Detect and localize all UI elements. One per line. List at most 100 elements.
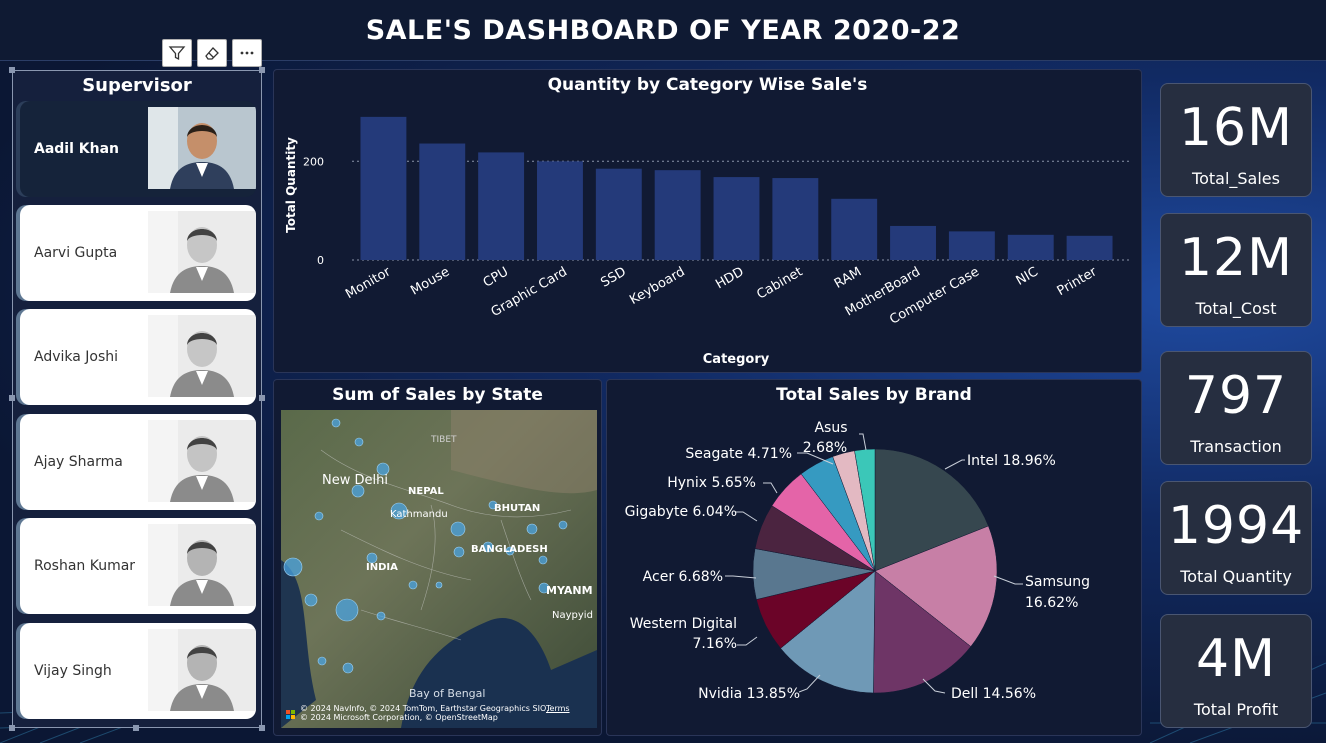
x-tick-label: SSD — [598, 264, 628, 290]
category-bar — [831, 198, 878, 260]
pie-leader-line — [725, 575, 757, 579]
supervisor-photo — [148, 315, 256, 397]
filter-icon[interactable] — [162, 39, 192, 67]
x-tick-label: Keyboard — [627, 264, 687, 308]
supervisor-option[interactable]: Advika Joshi — [20, 309, 256, 405]
pie-data-label: Gigabyte 6.04% — [625, 504, 737, 520]
x-axis-label: Category — [703, 352, 770, 367]
kpi-value: 12M — [1178, 228, 1294, 288]
map-attribution: © 2024 NavInfo, © 2024 TomTom, Earthstar… — [300, 704, 549, 722]
map-label-bangladesh: BANGLADESH — [471, 544, 548, 555]
kpi-label: Total_Cost — [1195, 299, 1277, 318]
x-tick-label: Cabinet — [754, 264, 805, 302]
x-tick-label: Mouse — [408, 264, 452, 298]
supervisor-name: Ajay Sharma — [34, 454, 123, 470]
supervisor-option[interactable]: Vijay Singh — [20, 623, 256, 719]
supervisor-option[interactable]: Aarvi Gupta — [20, 205, 256, 301]
pie-data-label: Samsung — [1025, 574, 1090, 590]
supervisor-photo — [148, 524, 256, 606]
pie-data-label: 7.16% — [693, 636, 737, 652]
pie-leader-line — [737, 636, 758, 646]
sales-map-panel: Sum of Sales by State New Delhi TIBET NE… — [273, 379, 602, 736]
x-tick-label: CPU — [481, 264, 511, 290]
map-label-india: INDIA — [366, 562, 398, 573]
kpi-card: 12M Total_Cost — [1160, 213, 1312, 327]
pie-leader-line — [859, 433, 867, 451]
category-bar — [772, 178, 819, 260]
category-bar — [478, 152, 525, 260]
slicer-toolbar — [162, 39, 262, 67]
resize-handle[interactable] — [133, 725, 139, 731]
supervisor-photo — [148, 420, 256, 502]
pie-data-label: 2.68% — [803, 440, 847, 456]
supervisor-name: Roshan Kumar — [34, 558, 136, 574]
category-bar — [360, 116, 407, 260]
supervisor-option[interactable]: Aadil Khan — [20, 101, 256, 197]
x-tick-label: Monitor — [343, 264, 394, 302]
supervisor-option[interactable]: Ajay Sharma — [20, 414, 256, 510]
pie-leader-line — [944, 459, 965, 470]
supervisor-photo — [148, 107, 256, 189]
pie-data-label: Intel 18.96% — [967, 453, 1056, 469]
kpi-label: Total Quantity — [1180, 567, 1292, 586]
pie-leader-line — [735, 511, 758, 522]
kpi-label: Total_Sales — [1192, 169, 1280, 188]
kpi-value: 797 — [1184, 366, 1288, 426]
kpi-value: 16M — [1178, 98, 1294, 158]
supervisor-option[interactable]: Roshan Kumar — [20, 518, 256, 614]
kpi-card: 797 Transaction — [1160, 351, 1312, 465]
slicer-title: Supervisor — [82, 75, 192, 96]
kpi-card: 1994 Total Quantity — [1160, 481, 1312, 595]
map-terms-link[interactable]: Terms — [546, 704, 570, 713]
resize-handle[interactable] — [9, 67, 15, 73]
pie-data-label: Nvidia 13.85% — [698, 686, 800, 702]
kpi-value: 4M — [1196, 629, 1276, 689]
pie-chart: Intel 18.96% Samsung 16.62% Dell 14.56% Nvid… — [625, 420, 1090, 702]
supervisor-photo — [148, 211, 256, 293]
supervisor-name: Vijay Singh — [34, 663, 112, 679]
category-bar-chart-panel: Quantity by Category Wise Sale's 0 200 Mon… — [273, 69, 1142, 373]
supervisor-name: Aadil Khan — [34, 141, 120, 157]
y-tick-label: 200 — [303, 155, 324, 168]
y-axis-label: Total Quantity — [284, 137, 298, 233]
map-label-nepal: NEPAL — [408, 486, 444, 497]
resize-handle[interactable] — [9, 395, 15, 401]
x-tick-label: HDD — [713, 264, 746, 292]
category-bar — [713, 177, 760, 260]
resize-handle[interactable] — [9, 725, 15, 731]
map-label-delhi: New Delhi — [322, 473, 388, 488]
resize-handle[interactable] — [259, 725, 265, 731]
pie-leader-line — [993, 575, 1023, 585]
supervisor-slicer[interactable]: Supervisor Aadil Khan Aarvi Gupta Advika J… — [9, 67, 265, 731]
eraser-icon[interactable] — [197, 39, 227, 67]
brand-pie-chart-panel: Total Sales by Brand Intel 18.96% Samsung… — [606, 379, 1142, 736]
category-bar — [419, 143, 466, 260]
kpi-value: 1994 — [1167, 496, 1305, 556]
x-tick-label: RAM — [832, 264, 864, 291]
map-title: Sum of Sales by State — [332, 385, 543, 405]
category-bar — [654, 170, 701, 260]
category-bar — [890, 225, 936, 260]
kpi-label: Total Profit — [1193, 700, 1279, 719]
pie-data-label: 16.62% — [1025, 595, 1078, 611]
more-options-icon[interactable] — [232, 39, 262, 67]
x-tick-label: Printer — [1055, 264, 1101, 299]
pie-data-label: Seagate 4.71% — [685, 446, 792, 462]
y-tick-label: 0 — [317, 254, 324, 267]
category-bar — [595, 168, 642, 260]
x-tick-label: NIC — [1014, 264, 1041, 288]
sales-map[interactable]: New Delhi TIBET NEPAL Kathmandu BHUTAN B… — [281, 410, 597, 728]
kpi-card: 16M Total_Sales — [1160, 83, 1312, 197]
pie-leader-line — [763, 482, 778, 494]
kpi-label: Transaction — [1190, 437, 1282, 456]
resize-handle[interactable] — [259, 67, 265, 73]
supervisor-name: Advika Joshi — [34, 349, 119, 365]
category-bar — [1007, 234, 1054, 260]
map-label-naypyidaw: Naypyid — [552, 610, 593, 621]
dashboard-title: SALE'S DASHBOARD OF YEAR 2020-22 — [365, 14, 961, 46]
map-label-tibet: TIBET — [430, 435, 457, 445]
pie-data-label: Hynix 5.65% — [667, 475, 756, 491]
resize-handle[interactable] — [259, 395, 265, 401]
map-label-bhutan: BHUTAN — [494, 503, 540, 514]
bar-chart: 0200Monitor Mouse CPUGraphic Card SSDKeyboa… — [284, 116, 1129, 367]
